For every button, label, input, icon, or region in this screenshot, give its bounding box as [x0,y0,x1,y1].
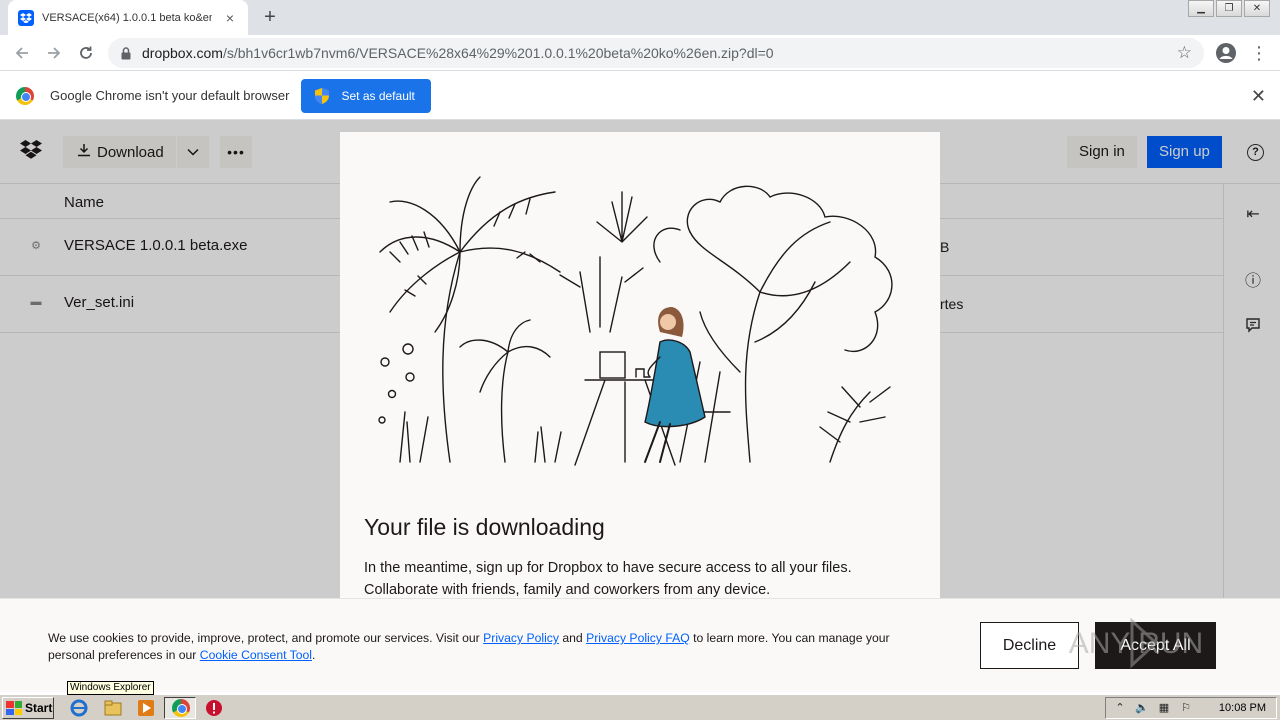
decline-button[interactable]: Decline [980,622,1079,669]
media-player-icon[interactable] [137,699,155,717]
browser-tab[interactable]: VERSACE(x64) 1.0.0.1 beta ko&en.zip × [8,0,248,35]
infobar-close-icon[interactable]: ✕ [1251,86,1266,107]
minimize-button[interactable]: ▁ [1188,0,1214,17]
accept-all-button[interactable]: Accept All [1095,622,1216,669]
tab-title: VERSACE(x64) 1.0.0.1 beta ko&en.zip [42,11,212,24]
new-tab-button[interactable]: + [258,5,282,29]
volume-icon[interactable]: 🔈 [1134,701,1150,715]
cookie-text-part: We use cookies to provide, improve, prot… [48,631,484,645]
stop-icon[interactable] [205,699,223,717]
url-text: dropbox.com/s/bh1v6cr1wb7nvm6/VERSACE%28… [142,45,774,61]
infobar-message: Google Chrome isn't your default browser [50,88,290,103]
modal-body-text: In the meantime, sign up for Dropbox to … [364,560,852,598]
cookie-text-part: and [558,631,587,645]
lock-icon[interactable] [120,46,132,60]
url-path: /s/bh1v6cr1wb7nvm6/VERSACE%28x64%29%201.… [222,45,774,61]
network-icon[interactable]: ▦ [1156,701,1172,715]
start-label: Start [25,701,53,715]
set-as-default-label: Set as default [341,88,415,103]
system-tray: ⌃ 🔈 ▦ ⚐ 10:08 PM [1105,697,1277,719]
taskbar-tooltip: Windows Explorer [67,681,154,695]
bookmark-star-icon[interactable]: ☆ [1177,43,1192,63]
cookie-banner: We use cookies to provide, improve, prot… [0,598,1280,692]
browser-titlebar: VERSACE(x64) 1.0.0.1 beta ko&en.zip × + … [0,0,1280,35]
windows-flag-icon [6,701,22,715]
cookie-text-part: . [312,647,316,662]
dropbox-favicon-icon [18,9,34,26]
privacy-policy-link[interactable]: Privacy Policy [483,631,559,645]
cookie-text: We use cookies to provide, improve, prot… [48,630,928,663]
browser-toolbar: dropbox.com/s/bh1v6cr1wb7nvm6/VERSACE%28… [0,35,1280,71]
privacy-policy-faq-link[interactable]: Privacy Policy FAQ [586,631,690,645]
profile-avatar-icon[interactable] [1214,41,1238,65]
set-as-default-button[interactable]: Set as default [301,78,431,113]
back-arrow-icon[interactable] [6,37,38,69]
show-hidden-icons-chevron-icon[interactable]: ⌃ [1112,701,1128,715]
uac-shield-icon [315,87,330,104]
reload-icon[interactable] [70,37,102,69]
address-bar[interactable]: dropbox.com/s/bh1v6cr1wb7nvm6/VERSACE%28… [108,38,1204,68]
forward-arrow-icon[interactable] [38,37,70,69]
cookie-consent-tool-link[interactable]: Cookie Consent Tool [200,648,312,662]
window-controls: ▁ ❐ ✕ [1188,0,1270,17]
garden-illustration [378,176,893,466]
modal-title: Your file is downloading [364,514,605,540]
chrome-taskbar-icon [172,699,190,717]
clock[interactable]: 10:08 PM [1219,702,1266,714]
default-browser-infobar: Google Chrome isn't your default browser… [0,72,1280,120]
restore-button[interactable]: ❐ [1216,0,1242,17]
tab-close-icon[interactable]: × [222,10,238,26]
internet-explorer-icon[interactable] [70,699,88,717]
close-window-button[interactable]: ✕ [1244,0,1270,17]
windows-taskbar: Start ⌃ 🔈 ▦ ⚐ 10:08 PM [0,694,1280,720]
start-button[interactable]: Start [2,697,54,719]
browser-menu-icon[interactable]: ⋮ [1250,41,1268,65]
chrome-logo-icon [16,86,34,105]
url-host: dropbox.com [142,45,223,61]
download-modal: Your file is downloading In the meantime… [340,132,940,598]
action-center-flag-icon[interactable]: ⚐ [1178,701,1194,715]
windows-explorer-icon[interactable] [104,699,122,717]
